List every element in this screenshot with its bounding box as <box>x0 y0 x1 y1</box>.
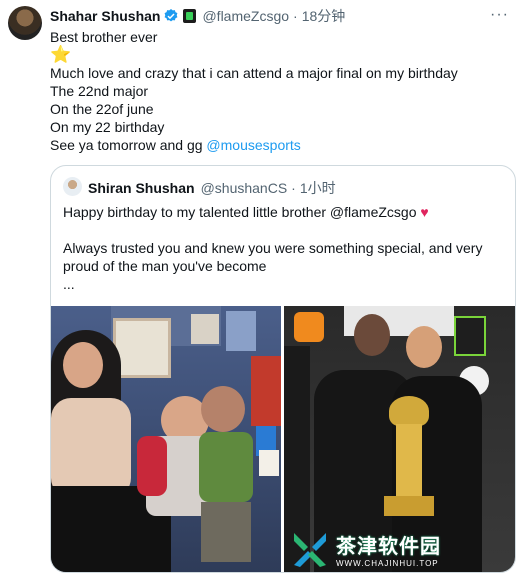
separator: · <box>293 8 298 24</box>
watermark: 茶津软件园 WWW.CHAJINHUI.TOP <box>290 527 510 571</box>
text-line: ... <box>63 276 75 292</box>
verified-badge-icon <box>165 9 178 22</box>
quoted-tweet[interactable]: Shiran Shushan @shushanCS · 1小时 Happy bi… <box>50 165 516 573</box>
quote-text: Happy birthday to my talented little bro… <box>63 203 503 293</box>
text-line: On the 22of june <box>50 101 154 117</box>
avatar[interactable] <box>8 6 42 40</box>
text-line: Always trusted you and knew you were som… <box>63 240 483 256</box>
quote-timestamp[interactable]: 1小时 <box>300 178 336 198</box>
watermark-url: WWW.CHAJINHUI.TOP <box>336 559 439 568</box>
text-line: proud of the man you've become <box>63 258 267 274</box>
text-fragment: Happy birthday to my talented little bro… <box>63 204 421 220</box>
timestamp[interactable]: 18分钟 <box>302 6 346 26</box>
text-line: Best brother ever <box>50 29 158 45</box>
quote-author-name[interactable]: Shiran Shushan <box>88 180 195 196</box>
heart-icon: ♥ <box>420 204 429 220</box>
tweet-header: Shahar Shushan @flameZcsgo · 18分钟 <box>50 6 345 26</box>
quote-avatar[interactable] <box>63 177 82 196</box>
author-name[interactable]: Shahar Shushan <box>50 8 160 24</box>
affiliate-badge-icon[interactable] <box>183 9 197 23</box>
text-line: The 22nd major <box>50 83 149 99</box>
text-line: Happy birthday to my talented little bro… <box>63 203 503 221</box>
author-handle[interactable]: @flameZcsgo <box>202 8 289 24</box>
watermark-logo-icon <box>294 533 326 567</box>
quote-header: Shiran Shushan @shushanCS · 1小时 <box>88 178 336 198</box>
text-line: Much love and crazy that i can attend a … <box>50 65 458 81</box>
more-icon[interactable]: ··· <box>490 6 509 24</box>
text-fragment: See ya tomorrow and gg <box>50 137 207 153</box>
text-line: On my 22 birthday <box>50 119 165 135</box>
text-line: See ya tomorrow and gg @mousesports <box>50 136 458 154</box>
quote-separator: · <box>291 180 296 196</box>
star-icon: ⭐ <box>50 45 72 64</box>
tweet-text: Best brother ever ⭐ Much love and crazy … <box>50 28 458 154</box>
tweet[interactable]: Shahar Shushan @flameZcsgo · 18分钟 ··· Be… <box>0 0 523 578</box>
photo-family[interactable] <box>51 306 281 572</box>
watermark-title: 茶津软件园 <box>336 536 441 558</box>
mention-link[interactable]: @mousesports <box>206 137 300 153</box>
watermark-text: 茶津软件园 WWW.CHAJINHUI.TOP <box>336 530 441 568</box>
quote-author-handle[interactable]: @shushanCS <box>201 180 288 196</box>
